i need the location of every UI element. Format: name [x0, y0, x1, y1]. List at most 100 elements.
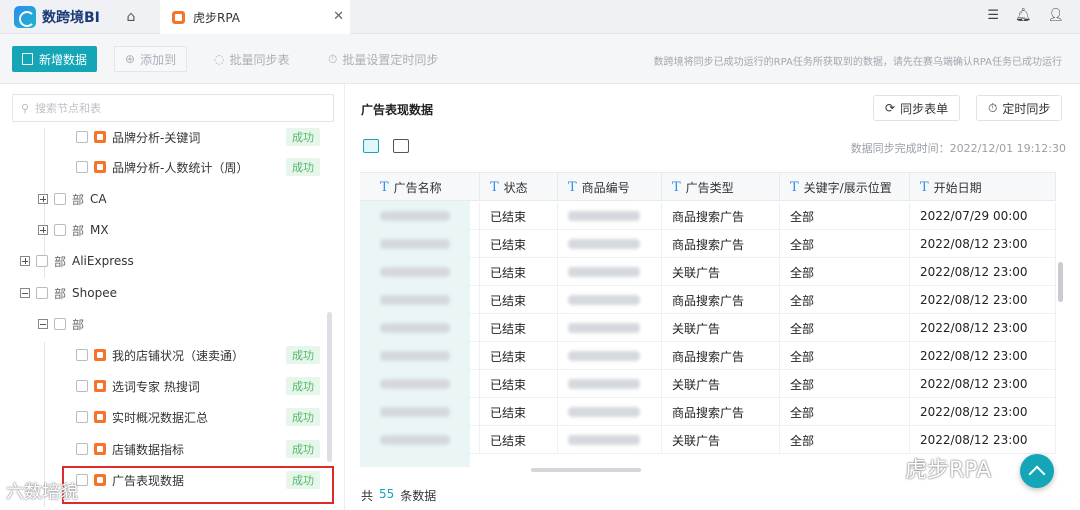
redacted-value [380, 239, 450, 249]
collapse-icon[interactable] [20, 288, 30, 298]
tree-item-label: 品牌分析-关键词 [112, 130, 201, 145]
scheduled-sync-button[interactable]: ⏱︎ 定时同步 [976, 95, 1063, 121]
tree-item-store-metrics[interactable]: 店铺数据指标 [76, 438, 184, 460]
table-cell [370, 426, 480, 454]
checkbox[interactable] [54, 224, 66, 236]
expand-icon[interactable] [38, 225, 48, 235]
tree-node-shopee-child[interactable]: 部 [38, 313, 90, 335]
checkbox[interactable] [76, 131, 88, 143]
list-icon[interactable]: ☰ [987, 8, 999, 23]
tree-item-realtime-summary[interactable]: 实时概况数据汇总 [76, 406, 208, 428]
expand-icon[interactable] [20, 256, 30, 266]
new-data-button[interactable]: 新增数据 [12, 46, 98, 72]
table-row[interactable]: 已结束 关联广告 全部 2022/08/12 23:00 [360, 314, 1056, 342]
table-row[interactable]: 已结束 关联广告 全部 2022/08/12 23:00 [360, 426, 1056, 454]
table-row[interactable]: 已结束 商品搜索广告 全部 2022/08/12 23:00 [360, 398, 1056, 426]
table-cell [370, 398, 480, 426]
status-badge: 成功 [286, 346, 320, 364]
table-scrollbar[interactable] [1058, 262, 1063, 302]
grid-view-icon[interactable] [363, 139, 379, 153]
folder-icon: 部 [72, 192, 85, 207]
cell-value: 商品搜索广告 [672, 405, 745, 420]
status-badge: 成功 [286, 158, 320, 176]
tree-item-store-status[interactable]: 我的店铺状况（速卖通） [76, 344, 244, 366]
table-cell [558, 370, 662, 398]
checkbox[interactable] [36, 287, 48, 299]
table-cell: 商品搜索广告 [662, 202, 780, 230]
col-keyword[interactable]: T 关键字/展示位置 [780, 173, 910, 201]
bell-icon[interactable]: 🔔︎ [1015, 8, 1032, 23]
checkbox[interactable] [76, 161, 88, 173]
tree-node-mx[interactable]: 部 MX [38, 219, 109, 241]
table-row[interactable]: 已结束 商品搜索广告 全部 2022/08/12 23:00 [360, 342, 1056, 370]
batch-schedule-button[interactable]: ⏱︎ 批量设置定时同步 [318, 46, 448, 72]
col-status[interactable]: T 状态 [480, 173, 558, 201]
back-to-top-button[interactable] [1020, 454, 1054, 488]
status-badge: 成功 [286, 408, 320, 426]
table-cell: 2022/08/12 23:00 [910, 342, 1056, 370]
tree-node-ca[interactable]: 部 CA [38, 188, 107, 210]
col-label: 广告名称 [393, 180, 442, 195]
checkbox[interactable] [36, 255, 48, 267]
table-cell: 全部 [780, 426, 910, 454]
table-view-icon[interactable] [393, 139, 409, 153]
table-row[interactable]: 已结束 商品搜索广告 全部 2022/08/12 23:00 [360, 286, 1056, 314]
expand-icon[interactable] [38, 194, 48, 204]
cell-value: 2022/08/12 23:00 [920, 405, 1028, 419]
tree-item-label: 店铺数据指标 [112, 442, 185, 457]
table-cell: 已结束 [480, 398, 558, 426]
tree-node-shopee[interactable]: 部 Shopee [20, 282, 117, 304]
table-row[interactable]: 已结束 关联广告 全部 2022/08/12 23:00 [360, 370, 1056, 398]
tree-item-hot-keywords[interactable]: 选词专家 热搜词 [76, 375, 200, 397]
tree-item-brand-weekly[interactable]: 品牌分析-人数统计（周） [76, 156, 248, 178]
redacted-value [568, 435, 640, 445]
table-cell [370, 258, 480, 286]
scheduled-sync-label: 定时同步 [1002, 101, 1051, 116]
cell-value: 已结束 [490, 349, 527, 364]
col-ad-name[interactable]: T 广告名称 [370, 173, 480, 201]
redacted-value [568, 379, 640, 389]
stopwatch-icon: ⏱︎ [988, 100, 998, 115]
batch-sync-button[interactable]: ◌ 批量同步表 [204, 46, 300, 72]
app-logo[interactable]: 数跨境BI [14, 6, 100, 28]
table-row[interactable]: 已结束 关联广告 全部 2022/08/12 23:00 [360, 258, 1056, 286]
add-to-button[interactable]: ⊕ 添加到 [114, 46, 188, 72]
home-tab[interactable]: ⌂ [116, 4, 146, 30]
timer-icon: ⏱︎ [328, 51, 338, 66]
checkbox[interactable] [76, 380, 88, 392]
collapse-icon[interactable] [38, 319, 48, 329]
tree-item-label: 品牌分析-人数统计（周） [112, 160, 249, 175]
table-cell [370, 202, 480, 230]
new-data-label: 新增数据 [39, 52, 88, 67]
col-start-date[interactable]: T 开始日期 [910, 173, 1056, 201]
sync-time: 数据同步完成时间：2022/12/01 19:12:30 [850, 142, 1066, 155]
table-hscrollbar[interactable] [531, 468, 641, 472]
table-row[interactable]: 已结束 商品搜索广告 全部 2022/08/12 23:00 [360, 230, 1056, 258]
cell-value: 关联广告 [672, 265, 721, 280]
redacted-value [568, 267, 640, 277]
user-icon[interactable]: 👤︎ [1047, 8, 1064, 23]
sync-table-button[interactable]: ⟳ 同步表单 [873, 95, 961, 121]
table-row[interactable]: 已结束 商品搜索广告 全部 2022/07/29 00:00 [360, 202, 1056, 230]
text-type-icon: T [790, 179, 799, 195]
search-input[interactable] [35, 101, 316, 115]
cell-value: 已结束 [490, 433, 527, 448]
table-cell [558, 258, 662, 286]
tree-scrollbar[interactable] [327, 312, 332, 462]
checkbox[interactable] [54, 318, 66, 330]
checkbox[interactable] [76, 411, 88, 423]
tree-node-aliexpress[interactable]: 部 AliExpress [20, 250, 134, 272]
col-ad-type[interactable]: T 广告类型 [662, 173, 780, 201]
tree-item-brand-keyword[interactable]: 品牌分析-关键词 [76, 126, 200, 148]
col-product-id[interactable]: T 商品编号 [558, 173, 662, 201]
rpa-task-icon [94, 349, 106, 361]
folder-icon: 部 [72, 223, 85, 238]
checkbox[interactable] [54, 193, 66, 205]
checkbox[interactable] [76, 443, 88, 455]
tab-rpa[interactable]: 虎步RPA ✕ [160, 0, 350, 34]
close-icon[interactable]: ✕ [333, 9, 344, 24]
checkbox[interactable] [76, 349, 88, 361]
rpa-task-icon [94, 411, 106, 423]
cell-value: 已结束 [490, 265, 527, 280]
table-cell: 商品搜索广告 [662, 398, 780, 426]
